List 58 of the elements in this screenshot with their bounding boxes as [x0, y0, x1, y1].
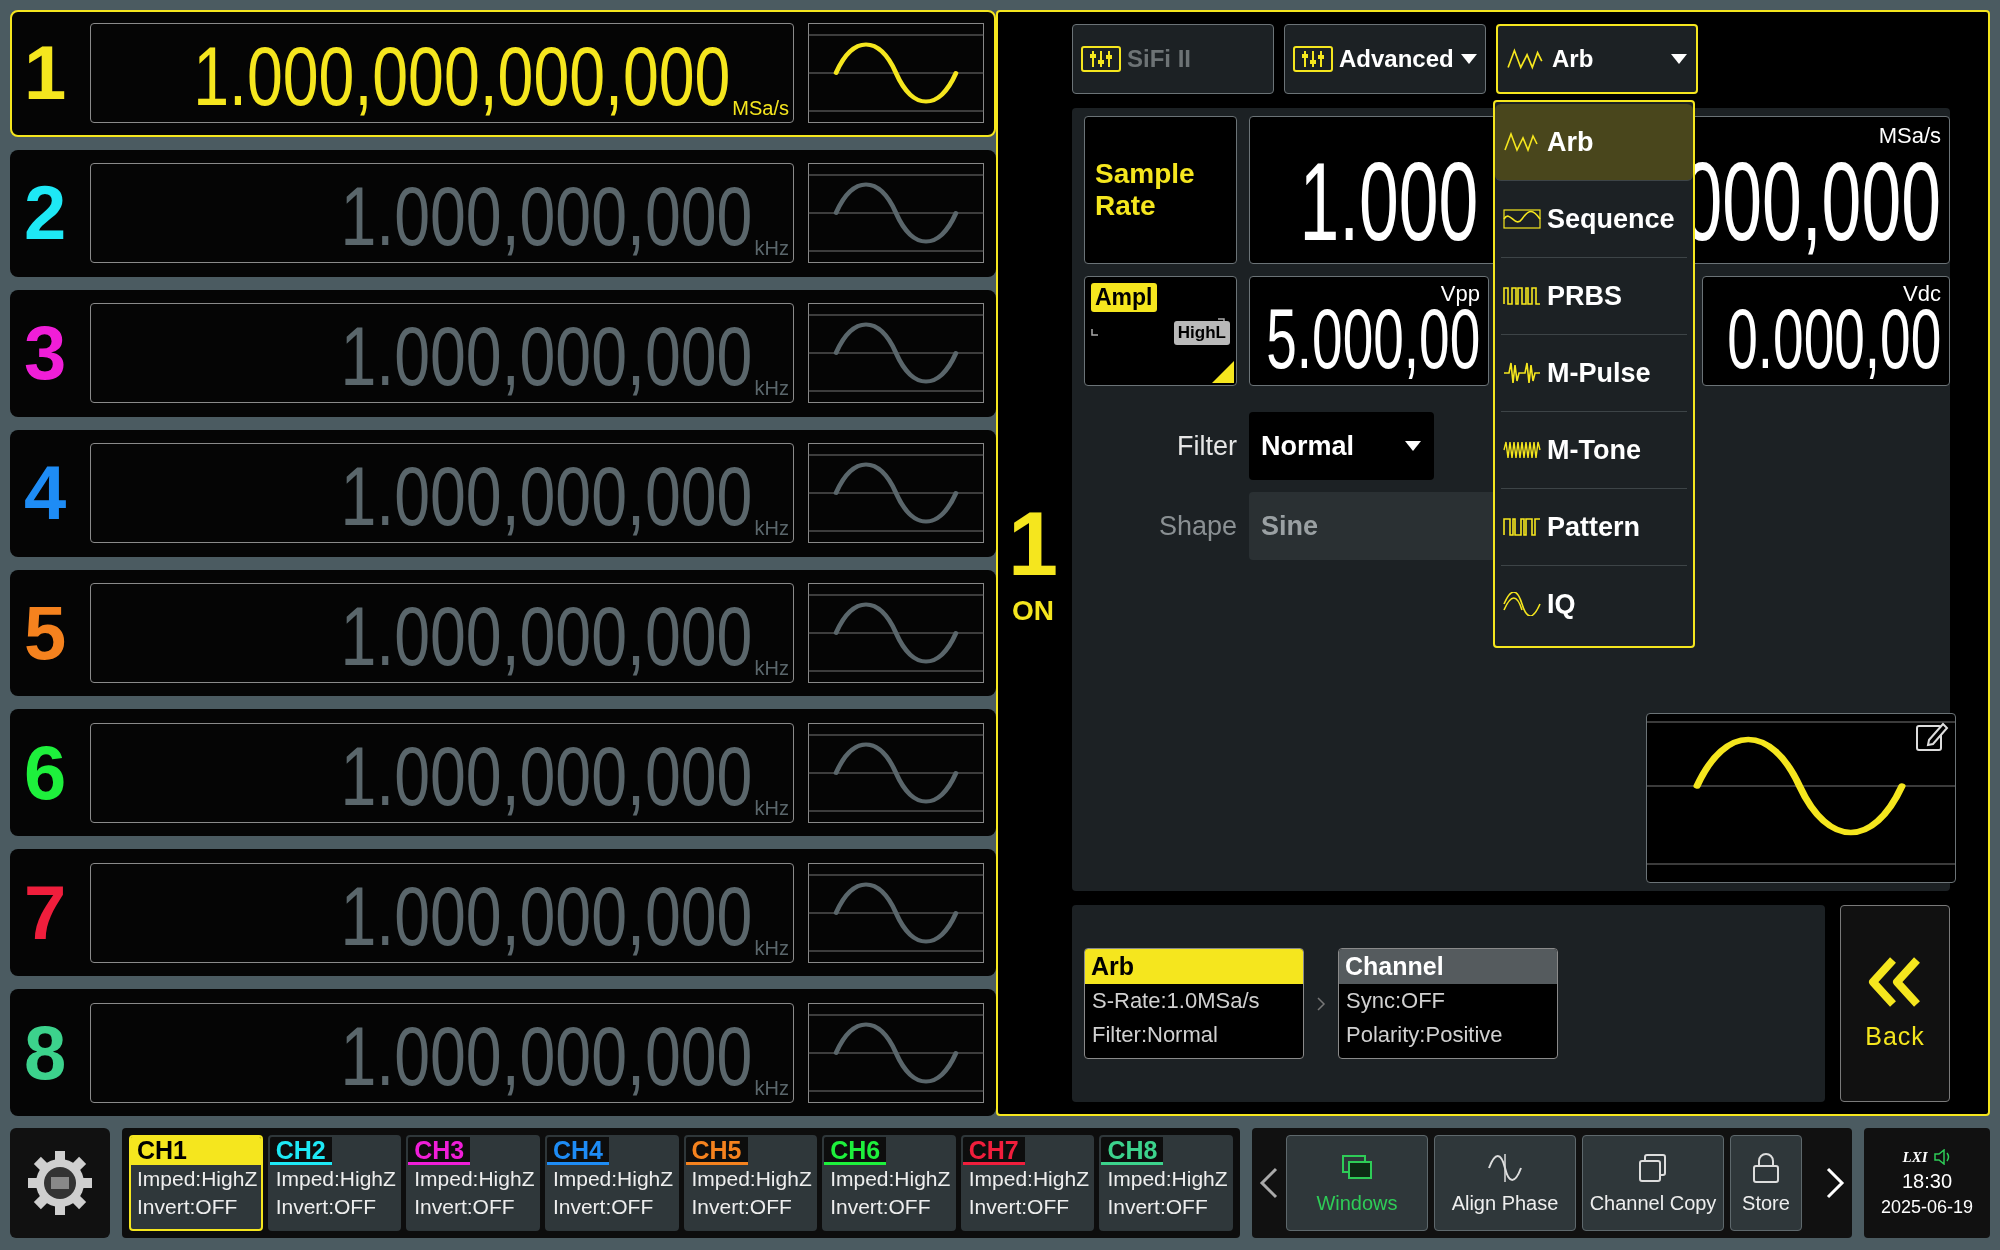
card-title: Channel: [1339, 949, 1557, 984]
load-badge: HighL: [1173, 321, 1230, 345]
card-line: Sync:OFF: [1345, 987, 1446, 1015]
unit-label: kHz: [754, 378, 789, 399]
frequency-value: 1.000,000,000: [340, 874, 753, 958]
frequency-value: 1.000,000,000: [340, 175, 753, 259]
unit-label: kHz: [754, 1077, 789, 1098]
impedance-text: Imped:HighZ: [690, 1166, 813, 1192]
frequency-value: 1.000,000,000: [340, 1014, 753, 1098]
channel-label: CH7: [962, 1137, 1025, 1165]
impedance-text: Imped:HighZ: [413, 1166, 536, 1192]
impedance-text: Imped:HighZ: [1106, 1166, 1229, 1192]
impedance-text: Imped:HighZ: [274, 1166, 397, 1192]
lxi-logo: LXI: [1902, 1148, 1928, 1166]
unit-label: kHz: [754, 657, 789, 678]
frequency-value: 1.000,000,000: [340, 735, 753, 818]
unit-label: kHz: [754, 518, 789, 539]
card-line: S-Rate:1.0MSa/s: [1091, 987, 1261, 1015]
impedance-text: Imped:HighZ: [551, 1166, 675, 1192]
unit-label: kHz: [754, 937, 789, 958]
shape-label: Shape: [1157, 509, 1237, 543]
invert-text: Invert:OFF: [136, 1194, 239, 1220]
channel-label: CH1: [131, 1137, 193, 1165]
sample-rate-value: 1.000: [1299, 146, 1478, 257]
channel-label: CH2: [269, 1137, 332, 1165]
channel-label: CH4: [546, 1137, 609, 1165]
impedance-text: Imped:HighZ: [829, 1166, 952, 1192]
clock-date: 2025-06-19: [1880, 1196, 1974, 1218]
impedance-text: Imped:HighZ: [136, 1166, 259, 1192]
invert-text: Invert:OFF: [690, 1194, 793, 1220]
unit-label: kHz: [754, 238, 789, 259]
output-state: ON: [1012, 595, 1054, 627]
invert-text: Invert:OFF: [829, 1194, 932, 1220]
channel-label: CH6: [824, 1137, 887, 1165]
invert-text: Invert:OFF: [551, 1194, 655, 1220]
unit-label: MSa/s: [1878, 123, 1941, 149]
impedance-text: Imped:HighZ: [967, 1166, 1090, 1192]
card-line: Polarity:Positive: [1345, 1021, 1504, 1049]
channel-label: CH5: [685, 1137, 748, 1165]
unit-label: MSa/s: [732, 98, 789, 119]
channel-number: 1: [1007, 499, 1059, 589]
card-title: Arb: [1085, 949, 1303, 984]
invert-text: Invert:OFF: [967, 1194, 1071, 1220]
invert-text: Invert:OFF: [274, 1194, 377, 1220]
channel-label: CH8: [1101, 1137, 1164, 1165]
unit-label: Vpp: [1440, 281, 1480, 307]
filter-label: Filter: [1176, 429, 1237, 463]
clock-time: 18:30: [1901, 1169, 1953, 1193]
card-line: Filter:Normal: [1091, 1021, 1219, 1049]
invert-text: Invert:OFF: [413, 1194, 516, 1220]
unit-label: kHz: [754, 797, 789, 818]
frequency-value: 1.000,000,000,000: [193, 35, 731, 119]
frequency-value: 1.000,000,000: [340, 595, 753, 678]
channel-label: CH3: [408, 1137, 471, 1165]
frequency-value: 1.000,000,000: [340, 455, 753, 539]
invert-text: Invert:OFF: [1106, 1194, 1209, 1220]
amplitude-label: Ampl: [1091, 283, 1157, 312]
frequency-value: 1.000,000,000: [340, 315, 753, 399]
